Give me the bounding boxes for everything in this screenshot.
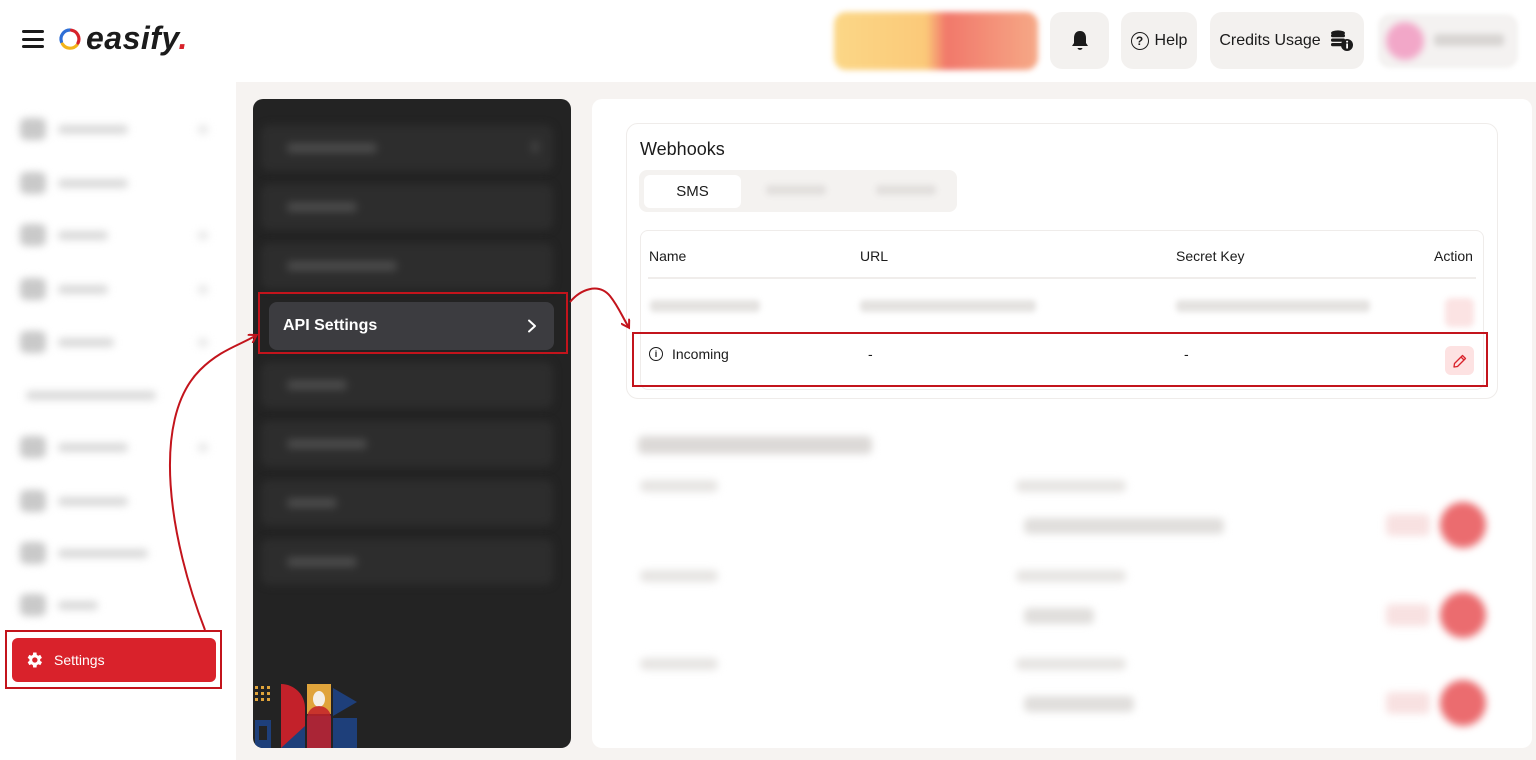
bell-icon [1071, 30, 1088, 50]
info-icon[interactable]: i [649, 347, 663, 361]
pencil-icon [1452, 354, 1466, 368]
tab-blurred[interactable] [766, 185, 826, 195]
credits-usage-button[interactable]: Credits Usage [1210, 12, 1364, 69]
user-profile-blurred[interactable] [1378, 14, 1518, 68]
sidebar-item-settings[interactable]: Settings [12, 638, 216, 682]
credits-icon [1330, 29, 1353, 51]
user-name-blurred [1434, 34, 1504, 46]
settings-menu-item-blurred[interactable] [261, 362, 553, 408]
sidebar-item-blurred[interactable] [16, 380, 216, 410]
brand-logo[interactable]: easify. [58, 20, 188, 57]
incoming-url: - [868, 346, 873, 362]
settings-menu-item-api-settings[interactable]: API Settings [269, 302, 554, 350]
promo-banner-blurred[interactable] [834, 12, 1038, 70]
settings-menu-item-blurred[interactable] [261, 480, 553, 526]
sidebar-item-blurred[interactable] [16, 114, 216, 144]
brand-dot: . [178, 20, 188, 56]
incoming-row-highlight-box [632, 332, 1488, 387]
settings-menu-item-blurred[interactable] [261, 184, 553, 230]
sidebar-item-blurred[interactable] [16, 220, 216, 250]
webhooks-title: Webhooks [640, 139, 725, 159]
settings-label: Settings [54, 652, 105, 668]
sidebar-item-blurred[interactable] [16, 274, 216, 304]
sidebar-item-blurred[interactable] [16, 538, 216, 568]
help-label: Help [1154, 31, 1188, 49]
settings-menu-item-blurred[interactable] [261, 125, 553, 171]
credits-label: Credits Usage [1219, 31, 1321, 49]
chevron-right-icon [528, 319, 536, 333]
column-header-action: Action [1434, 248, 1473, 264]
sidebar-item-blurred[interactable] [16, 168, 216, 198]
column-header-url: URL [860, 248, 889, 264]
edit-button[interactable] [1445, 346, 1474, 375]
avatar [1386, 22, 1424, 60]
left-sidebar: Settings [0, 82, 236, 760]
tab-blurred[interactable] [876, 185, 936, 195]
tab-sms[interactable]: SMS [644, 175, 741, 208]
settings-menu-item-blurred[interactable] [261, 539, 553, 585]
top-header: easify. ? Help Credits Usage [0, 0, 1536, 82]
sidebar-item-blurred[interactable] [16, 590, 216, 620]
column-header-secret-key: Secret Key [1176, 248, 1245, 264]
help-button[interactable]: ? Help [1121, 12, 1197, 69]
settings-menu-item-blurred[interactable] [261, 421, 553, 467]
logo-mark-icon [59, 27, 81, 50]
help-icon: ? [1130, 31, 1149, 50]
decorative-art [255, 684, 357, 748]
column-header-name: Name [649, 248, 687, 264]
incoming-name: Incoming [672, 346, 729, 362]
incoming-secret-key: - [1184, 346, 1189, 362]
api-settings-label: API Settings [283, 317, 378, 334]
brand-name: easify [86, 20, 179, 56]
table-header-divider [648, 277, 1476, 279]
settings-menu-panel [253, 99, 571, 748]
settings-menu-item-blurred[interactable] [261, 243, 553, 289]
sidebar-item-blurred[interactable] [16, 432, 216, 462]
sidebar-item-blurred[interactable] [16, 486, 216, 516]
notifications-button[interactable] [1050, 12, 1109, 69]
gear-icon [27, 652, 42, 668]
hamburger-icon[interactable] [22, 30, 44, 48]
sidebar-item-blurred[interactable] [16, 327, 216, 357]
